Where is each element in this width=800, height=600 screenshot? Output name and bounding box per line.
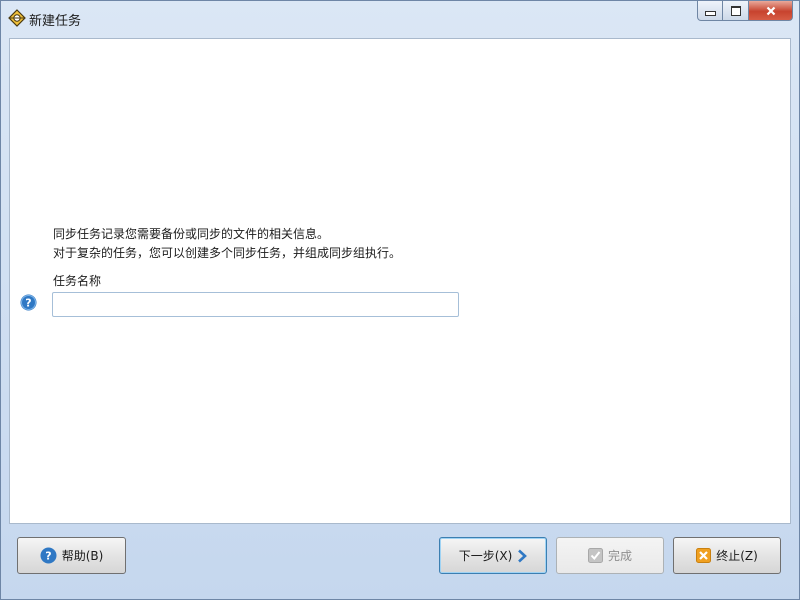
stop-button-label: 终止(Z) [716, 549, 758, 563]
button-bar: ? 帮助(B) 下一步(X) 完成 终止(Z) [1, 525, 799, 599]
minimize-icon [704, 11, 716, 16]
app-icon [8, 9, 26, 27]
maximize-icon [730, 5, 741, 16]
help-button-label: 帮助(B) [61, 549, 104, 563]
help-icon: ? [40, 547, 57, 564]
content-panel: 同步任务记录您需要备份或同步的文件的相关信息。 对于复杂的任务，您可以创建多个同… [9, 38, 791, 524]
description-line-2: 对于复杂的任务，您可以创建多个同步任务，并组成同步组执行。 [53, 246, 402, 260]
checkmark-icon [587, 548, 603, 563]
svg-text:?: ? [25, 297, 31, 310]
task-name-label: 任务名称 [53, 274, 102, 288]
chevron-right-icon [518, 549, 528, 562]
stop-icon [696, 548, 712, 563]
close-icon [766, 6, 775, 15]
stop-button[interactable]: 终止(Z) [673, 537, 781, 574]
close-window-button[interactable] [749, 1, 793, 21]
window-controls [697, 1, 793, 23]
task-name-input[interactable] [52, 292, 459, 317]
title-bar[interactable]: 新建任务 [1, 1, 799, 35]
help-button[interactable]: ? 帮助(B) [17, 537, 126, 574]
description-line-1: 同步任务记录您需要备份或同步的文件的相关信息。 [53, 227, 330, 241]
dialog-window: 新建任务 同步任务记录您需要备份或同步的文件的相关信息。 对于复杂的任务，您可以… [0, 0, 800, 600]
help-icon[interactable]: ? [20, 294, 37, 311]
svg-text:?: ? [45, 550, 51, 563]
next-button[interactable]: 下一步(X) [439, 537, 547, 574]
next-button-label: 下一步(X) [458, 549, 513, 563]
maximize-button[interactable] [723, 1, 749, 21]
window-title: 新建任务 [29, 14, 82, 29]
finish-button-label: 完成 [607, 549, 632, 563]
minimize-button[interactable] [697, 1, 723, 21]
finish-button[interactable]: 完成 [556, 537, 664, 574]
description: 同步任务记录您需要备份或同步的文件的相关信息。 对于复杂的任务，您可以创建多个同… [53, 225, 401, 263]
